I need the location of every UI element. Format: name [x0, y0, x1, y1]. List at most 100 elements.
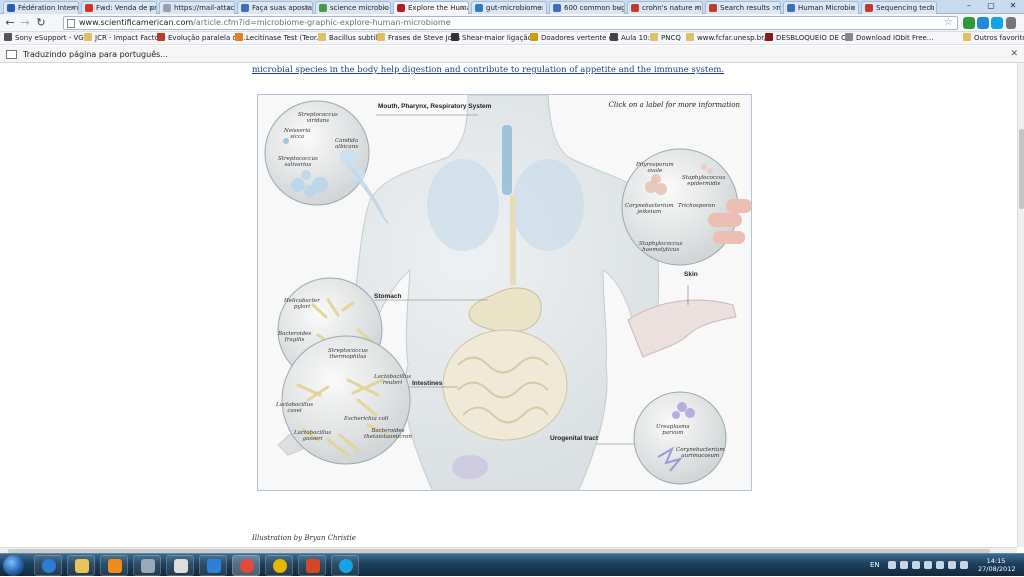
browser-tab[interactable]: Search results : m ×: [705, 1, 781, 14]
microbe-label[interactable]: Bacteroides fragilis: [278, 331, 311, 343]
close-window-button[interactable]: ✕: [1002, 0, 1024, 12]
tab-close-icon[interactable]: ×: [772, 2, 778, 14]
minimize-button[interactable]: –: [958, 0, 980, 12]
microbe-label[interactable]: Lactobacillus gasseri: [294, 430, 331, 442]
tab-close-icon[interactable]: ×: [694, 2, 700, 14]
taskbar-app-app5[interactable]: [166, 555, 194, 576]
bookmark-icon: [845, 33, 853, 41]
bookmark-item[interactable]: Shear-maior ligação...: [451, 33, 538, 44]
bookmark-item[interactable]: PNCQ: [650, 33, 681, 44]
forward-button[interactable]: →: [18, 16, 32, 30]
taskbar-app-ie[interactable]: [34, 555, 62, 576]
taskbar-app-powerpoint[interactable]: [298, 555, 326, 576]
microbe-label[interactable]: Trichosporon: [678, 203, 715, 209]
tab-close-icon[interactable]: ×: [304, 2, 310, 14]
bookmark-item[interactable]: www.fcfar.unesp.br/...: [686, 33, 773, 44]
vertical-scrollbar[interactable]: [1017, 63, 1024, 547]
system-clock[interactable]: 14:15 27/08/2012: [978, 557, 1015, 573]
taskbar-app-dropbox[interactable]: [199, 555, 227, 576]
taskbar-app-app8[interactable]: [265, 555, 293, 576]
microbe-label[interactable]: Streptococcus salivarius: [278, 156, 318, 168]
browser-tab[interactable]: Fédération Interna ×: [3, 1, 79, 14]
microbe-label[interactable]: Pityrosporum ovale: [636, 162, 674, 174]
browser-tab[interactable]: crohn's nature m ×: [627, 1, 703, 14]
extension-blue-icon[interactable]: [977, 17, 989, 29]
microbe-label[interactable]: Helicobacter pylori: [284, 298, 320, 310]
bookmark-item[interactable]: Frases de Steve Jobs: [377, 33, 460, 44]
volume-icon[interactable]: [948, 561, 956, 569]
browser-tab[interactable]: gut-microbiome ×: [471, 1, 547, 14]
tab-close-icon[interactable]: ×: [928, 2, 934, 14]
region-label-mouth[interactable]: Mouth, Pharynx, Respiratory System: [378, 103, 491, 110]
microbe-label[interactable]: Staphylococcus haemolyticus: [639, 241, 682, 253]
tray-icon[interactable]: [888, 561, 896, 569]
back-button[interactable]: ←: [3, 16, 17, 30]
tab-close-icon[interactable]: ×: [148, 2, 154, 14]
browser-tab[interactable]: Human Microbio ×: [783, 1, 859, 14]
microbe-label[interactable]: Candida albicans: [335, 138, 358, 150]
microbe-label[interactable]: Corynebacterium aurimucosum: [676, 447, 725, 459]
tab-close-icon[interactable]: ×: [226, 2, 232, 14]
taskbar-app-explorer[interactable]: [67, 555, 95, 576]
tray-icon[interactable]: [900, 561, 908, 569]
battery-icon[interactable]: [936, 561, 944, 569]
skype-extension-icon[interactable]: [991, 17, 1003, 29]
intro-link-text[interactable]: microbial species in the body help diges…: [252, 65, 724, 75]
microbe-label[interactable]: Staphylococcus epidermidis: [682, 175, 725, 187]
tab-close-icon[interactable]: ×: [460, 2, 466, 14]
tray-icon[interactable]: [912, 561, 920, 569]
extension-green-icon[interactable]: [963, 17, 975, 29]
microbe-label[interactable]: Neisseria sicca: [284, 128, 310, 140]
microbe-label[interactable]: Lactobacillus casei: [276, 402, 313, 414]
network-icon[interactable]: [924, 561, 932, 569]
browser-tab[interactable]: science microbio ×: [315, 1, 391, 14]
wrench-menu-icon[interactable]: [1006, 17, 1016, 29]
microbe-label[interactable]: Lactobacillus reuteri: [374, 374, 411, 386]
microbe-label[interactable]: Corynebacterium jeikeium: [625, 203, 674, 215]
browser-tab[interactable]: Faça suas apostas ×: [237, 1, 313, 14]
bookmark-item[interactable]: JCR - Impact Factor: [84, 33, 162, 44]
flag-icon[interactable]: [960, 561, 968, 569]
taskbar-app-skype[interactable]: [331, 555, 359, 576]
microbe-label[interactable]: Streptococcus viridans: [298, 112, 338, 124]
browser-tab[interactable]: Sequencing tech ×: [861, 1, 937, 14]
microbe-label[interactable]: Escherichia coli: [344, 416, 388, 422]
browser-tab[interactable]: https://mail-attac ×: [159, 1, 235, 14]
start-button[interactable]: [3, 555, 24, 576]
bookmark-item[interactable]: Sony eSupport - VG: [4, 33, 84, 44]
tab-close-icon[interactable]: ×: [616, 2, 622, 14]
microbe-label[interactable]: Bacteroides thetaiotaomicron: [364, 428, 412, 440]
tab-close-icon[interactable]: ×: [70, 2, 76, 14]
region-label-stomach[interactable]: Stomach: [374, 293, 401, 300]
language-indicator[interactable]: EN: [870, 554, 880, 577]
bookmark-label: Bacillus subtilis: [329, 34, 383, 42]
tab-close-icon[interactable]: ×: [850, 2, 856, 14]
tab-close-icon[interactable]: ×: [538, 2, 544, 14]
bookmark-item[interactable]: DESBLOQUEIO DE C...: [765, 33, 853, 44]
bookmark-item[interactable]: Doadores vertente c...: [530, 33, 619, 44]
browser-tab[interactable]: 600 common bug ×: [549, 1, 625, 14]
region-label-intestines[interactable]: Intestines: [412, 380, 442, 387]
taskbar-app-chrome[interactable]: [232, 555, 260, 576]
microbe-label[interactable]: Streptococcus thermophilus: [328, 348, 368, 360]
bookmark-item[interactable]: Bacillus subtilis: [318, 33, 383, 44]
region-label-skin[interactable]: Skin: [684, 271, 698, 278]
bookmark-item[interactable]: Aula 10:: [610, 33, 650, 44]
bookmark-item[interactable]: Download IObit Free...: [845, 33, 933, 44]
browser-tab[interactable]: Explore the Huma ×: [393, 1, 469, 14]
tab-close-icon[interactable]: ×: [382, 2, 388, 14]
maximize-button[interactable]: ▢: [980, 0, 1002, 12]
bookmark-star-icon[interactable]: ☆: [944, 17, 953, 29]
microbe-label[interactable]: Ureaplasma parvum: [656, 424, 690, 436]
close-infobar-icon[interactable]: ✕: [1010, 46, 1018, 63]
urogenital-microbe-circle[interactable]: [633, 391, 727, 485]
taskbar-app-app4[interactable]: [133, 555, 161, 576]
bookmark-item[interactable]: Lecitinase Test (Teor...: [235, 33, 323, 44]
address-bar[interactable]: www.scientificamerican.com/article.cfm?i…: [63, 16, 958, 30]
region-label-urogenital[interactable]: Urogenital tract: [550, 435, 598, 442]
taskbar-app-media[interactable]: [100, 555, 128, 576]
bookmark-item[interactable]: Outros favoritos: [963, 33, 1024, 44]
vertical-scroll-thumb[interactable]: [1019, 129, 1024, 209]
reload-button[interactable]: ↻: [34, 16, 48, 30]
browser-tab[interactable]: Fwd: Venda de pr ×: [81, 1, 157, 14]
